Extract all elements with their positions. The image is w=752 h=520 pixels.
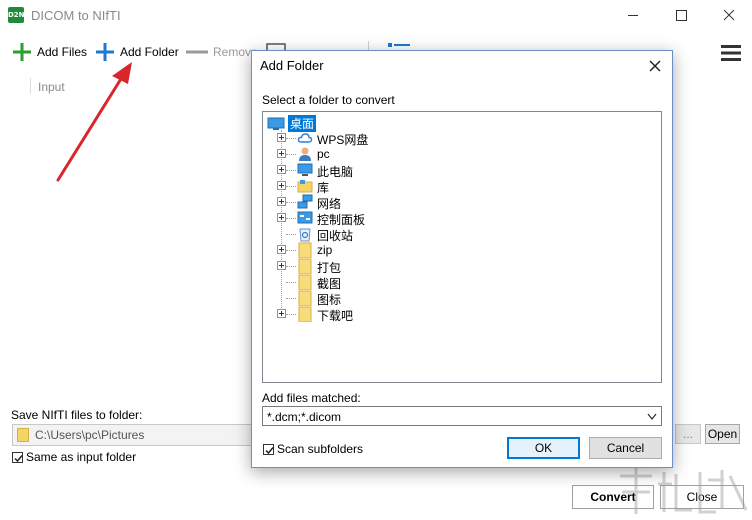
tree-item-zip[interactable]: zip (273, 242, 573, 258)
tree-connector (286, 202, 296, 203)
match-pattern-label: Add files matched: (262, 391, 361, 405)
plus-icon (96, 43, 114, 61)
control-panel-icon (297, 211, 313, 224)
folder-tree[interactable]: 桌面 WPS网盘 pc 此电脑 库 网络 控制面板 回收站 zip 打包 截图 … (262, 111, 662, 383)
computer-icon (297, 163, 313, 176)
tree-connector (286, 186, 296, 187)
folder-icon (298, 258, 312, 274)
add-files-label: Add Files (37, 45, 88, 59)
output-path-field[interactable]: C:\Users\pc\Pictures (12, 424, 259, 446)
close-icon (723, 9, 735, 21)
hamburger-menu-button[interactable] (719, 41, 743, 65)
tree-item-screenshots[interactable]: 截图 (273, 274, 573, 291)
cancel-button[interactable]: Cancel (589, 437, 662, 459)
add-folder-dialog: Add Folder Select a folder to convert 桌面… (251, 50, 673, 468)
tree-item-control-panel[interactable]: 控制面板 (273, 210, 573, 227)
tree-connector (286, 266, 296, 267)
expand-icon[interactable] (277, 165, 286, 174)
tree-item-this-pc[interactable]: 此电脑 (273, 162, 573, 179)
same-as-input-checkbox[interactable]: Same as input folder (12, 450, 136, 464)
cloud-icon (297, 133, 313, 143)
desktop-icon (267, 117, 285, 130)
tree-item-network[interactable]: 网络 (273, 194, 573, 211)
dialog-title: Add Folder (260, 58, 324, 73)
tree-connector (286, 298, 296, 299)
add-folder-label: Add Folder (120, 45, 179, 59)
expand-icon[interactable] (277, 181, 286, 190)
checkmark-icon (14, 454, 23, 462)
folder-icon (298, 274, 312, 290)
app-logo-icon: D2N (8, 7, 25, 23)
tree-item-label: zip (317, 243, 333, 257)
tree-connector (286, 170, 296, 171)
minimize-icon (628, 15, 638, 16)
folder-icon (17, 428, 29, 442)
tree-item-recycle-bin[interactable]: 回收站 (273, 226, 573, 243)
library-icon (297, 180, 313, 193)
tree-item-library[interactable]: 库 (273, 178, 573, 195)
ok-button[interactable]: OK (507, 437, 580, 459)
title-bar: D2N DICOM to NIfTI (0, 0, 752, 31)
expand-icon[interactable] (277, 261, 286, 270)
tree-item-label: 下载吧 (317, 309, 354, 323)
tree-item-icons[interactable]: 图标 (273, 290, 573, 307)
same-as-input-label: Same as input folder (26, 450, 137, 464)
expand-icon[interactable] (277, 309, 286, 318)
window-title: DICOM to NIfTI (31, 8, 121, 23)
folder-icon (298, 306, 312, 322)
dialog-close-button[interactable] (646, 57, 664, 75)
save-folder-label: Save NIfTI files to folder: (11, 408, 143, 422)
open-folder-button[interactable]: Open (705, 424, 740, 444)
tree-item-pc-user[interactable]: pc (273, 146, 573, 162)
network-icon (297, 194, 313, 209)
match-pattern-dropdown[interactable]: *.dcm;*.dicom (262, 406, 662, 426)
column-separator (30, 78, 31, 94)
tree-connector (286, 154, 296, 155)
watermark-logo-icon (620, 468, 748, 514)
expand-icon[interactable] (277, 197, 286, 206)
expand-icon[interactable] (277, 213, 286, 222)
browse-button[interactable]: ... (675, 424, 701, 444)
tree-connector (286, 218, 296, 219)
close-window-button[interactable] (706, 0, 752, 31)
output-path-value: C:\Users\pc\Pictures (35, 428, 145, 442)
tree-item-wps-cloud[interactable]: WPS网盘 (273, 130, 573, 147)
checkbox-box[interactable] (12, 451, 23, 463)
user-icon (299, 147, 311, 161)
folder-icon (298, 242, 312, 258)
scan-subfolders-label: Scan subfolders (277, 442, 364, 456)
annotation-arrow-icon (56, 62, 132, 182)
tree-connector (286, 314, 296, 315)
hamburger-icon (721, 45, 741, 61)
folder-icon (298, 290, 312, 306)
expand-icon[interactable] (277, 245, 286, 254)
chevron-down-icon (647, 413, 657, 421)
close-icon (649, 60, 661, 72)
tree-item-label: pc (317, 147, 330, 161)
tree-item-xiazaiba[interactable]: 下载吧 (273, 306, 573, 323)
minus-icon (186, 50, 208, 54)
tree-connector (286, 250, 296, 251)
maximize-icon (676, 10, 687, 21)
plus-icon (13, 43, 31, 61)
maximize-button[interactable] (658, 0, 704, 31)
checkmark-icon (265, 446, 274, 454)
match-pattern-value: *.dcm;*.dicom (267, 410, 342, 424)
expand-icon[interactable] (277, 133, 286, 142)
tree-connector (286, 234, 296, 235)
tree-item-dabao[interactable]: 打包 (273, 258, 573, 275)
remove-button[interactable]: Remove (186, 41, 258, 63)
minimize-button[interactable] (610, 0, 656, 31)
scan-subfolders-checkbox[interactable]: Scan subfolders (263, 442, 363, 456)
tree-connector (286, 282, 296, 283)
tree-connector (286, 138, 296, 139)
select-folder-label: Select a folder to convert (262, 93, 395, 107)
expand-icon[interactable] (277, 149, 286, 158)
checkbox-box[interactable] (263, 443, 274, 455)
recycle-bin-icon (299, 228, 311, 242)
